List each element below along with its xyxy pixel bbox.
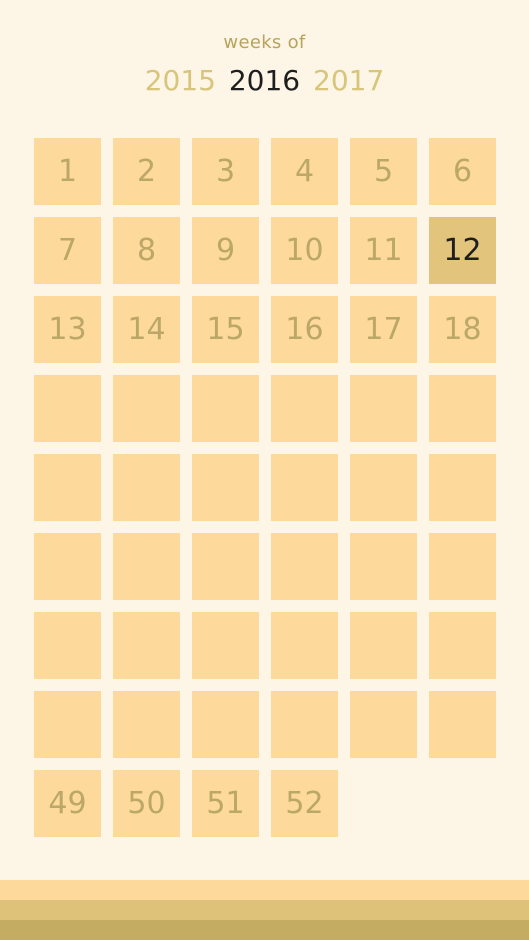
week-number: 15 <box>206 312 245 347</box>
week-cell[interactable] <box>192 454 259 521</box>
week-cell[interactable]: 7 <box>34 217 101 284</box>
week-cell[interactable]: 11 <box>350 217 417 284</box>
week-cell[interactable] <box>350 375 417 442</box>
week-cell[interactable] <box>34 454 101 521</box>
week-cell[interactable] <box>350 454 417 521</box>
week-cell[interactable]: 8 <box>113 217 180 284</box>
week-cell[interactable] <box>271 612 338 679</box>
week-cell[interactable] <box>192 612 259 679</box>
week-cell[interactable]: 15 <box>192 296 259 363</box>
week-number: 8 <box>136 233 157 268</box>
week-cell[interactable]: 49 <box>34 770 101 837</box>
week-cell[interactable] <box>271 691 338 758</box>
week-cell[interactable]: 52 <box>271 770 338 837</box>
week-number: 9 <box>215 233 236 268</box>
week-number: 14 <box>127 312 166 347</box>
week-cell[interactable] <box>113 454 180 521</box>
week-cell[interactable] <box>34 533 101 600</box>
week-number: 49 <box>48 786 87 821</box>
footer-stripe-light <box>0 880 529 900</box>
year-2017[interactable]: 2017 <box>313 62 384 100</box>
week-cell[interactable] <box>192 533 259 600</box>
week-cell[interactable] <box>192 691 259 758</box>
week-cell[interactable] <box>350 533 417 600</box>
week-cell[interactable] <box>429 375 496 442</box>
week-number: 50 <box>127 786 166 821</box>
week-cell[interactable]: 9 <box>192 217 259 284</box>
week-cell[interactable] <box>113 533 180 600</box>
week-number: 7 <box>57 233 78 268</box>
weeks-grid: 1 2 3 4 5 6 7 8 9 10 11 12 13 14 15 16 17 18 49 50 51 52 <box>34 138 496 837</box>
week-cell[interactable] <box>34 691 101 758</box>
week-cell[interactable]: 14 <box>113 296 180 363</box>
week-cell[interactable]: 16 <box>271 296 338 363</box>
week-cell[interactable]: 4 <box>271 138 338 205</box>
week-cell[interactable] <box>429 691 496 758</box>
week-number: 1 <box>57 154 78 189</box>
week-cell[interactable] <box>192 375 259 442</box>
week-number: 12 <box>443 233 482 268</box>
week-cell[interactable] <box>271 454 338 521</box>
week-cell[interactable]: 13 <box>34 296 101 363</box>
week-cell[interactable]: 6 <box>429 138 496 205</box>
week-cell[interactable]: 2 <box>113 138 180 205</box>
week-number: 5 <box>373 154 394 189</box>
week-cell[interactable] <box>271 533 338 600</box>
week-cell-current[interactable]: 12 <box>429 217 496 284</box>
footer-stripes <box>0 880 529 940</box>
week-number: 2 <box>136 154 157 189</box>
footer-stripe-dark <box>0 920 529 940</box>
week-number: 52 <box>285 786 324 821</box>
year-selector: 2015 2016 2017 <box>0 62 529 100</box>
week-cell[interactable] <box>113 375 180 442</box>
header-subtitle: weeks of <box>223 32 306 53</box>
week-cell[interactable] <box>113 612 180 679</box>
week-number: 16 <box>285 312 324 347</box>
week-cell[interactable] <box>34 375 101 442</box>
week-cell[interactable]: 51 <box>192 770 259 837</box>
week-cell[interactable]: 5 <box>350 138 417 205</box>
week-cell[interactable] <box>429 533 496 600</box>
week-number: 11 <box>364 233 403 268</box>
week-cell[interactable]: 17 <box>350 296 417 363</box>
year-2015[interactable]: 2015 <box>145 62 216 100</box>
week-number: 17 <box>364 312 403 347</box>
week-cell[interactable] <box>113 691 180 758</box>
week-number: 3 <box>215 154 236 189</box>
week-cell[interactable]: 3 <box>192 138 259 205</box>
week-cell[interactable] <box>350 612 417 679</box>
week-cell[interactable] <box>429 612 496 679</box>
week-cell[interactable] <box>350 691 417 758</box>
week-cell[interactable]: 50 <box>113 770 180 837</box>
week-number: 6 <box>452 154 473 189</box>
week-number: 4 <box>294 154 315 189</box>
week-cell[interactable] <box>34 612 101 679</box>
week-cell[interactable] <box>429 454 496 521</box>
week-number: 51 <box>206 786 245 821</box>
week-number: 10 <box>285 233 324 268</box>
year-2016[interactable]: 2016 <box>229 62 300 100</box>
week-number: 13 <box>48 312 87 347</box>
week-cell[interactable]: 18 <box>429 296 496 363</box>
week-number: 18 <box>443 312 482 347</box>
week-cell[interactable]: 10 <box>271 217 338 284</box>
footer-stripe-medium <box>0 900 529 920</box>
week-cell[interactable] <box>271 375 338 442</box>
week-cell[interactable]: 1 <box>34 138 101 205</box>
